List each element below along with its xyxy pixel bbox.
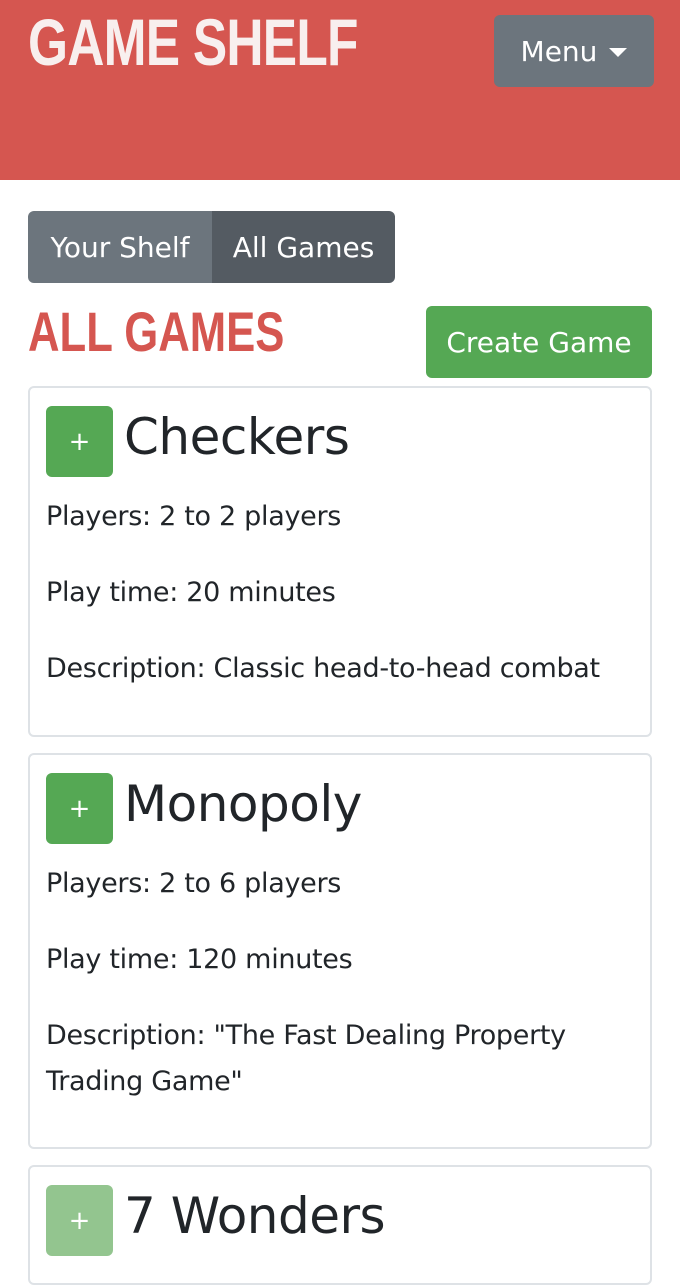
add-to-shelf-button[interactable]: + bbox=[46, 406, 113, 477]
game-title: Monopoly bbox=[124, 775, 362, 833]
menu-button[interactable]: Menu bbox=[494, 15, 654, 87]
game-play-time: Play time: 120 minutes bbox=[46, 944, 353, 975]
chevron-down-icon bbox=[609, 47, 628, 57]
shelf-tabs: Your Shelf All Games bbox=[28, 211, 395, 283]
game-card-checkers: + Checkers Players: 2 to 2 players Play … bbox=[28, 386, 652, 737]
add-to-shelf-button[interactable]: + bbox=[46, 1185, 113, 1256]
game-title: Checkers bbox=[124, 408, 350, 466]
game-card-monopoly: + Monopoly Players: 2 to 6 players Play … bbox=[28, 753, 652, 1149]
tab-all-games[interactable]: All Games bbox=[212, 211, 395, 283]
game-description: Description: "The Fast Dealing Property … bbox=[46, 1020, 566, 1097]
game-card-7-wonders: + 7 Wonders bbox=[28, 1165, 652, 1285]
game-players: Players: 2 to 6 players bbox=[46, 868, 342, 899]
game-play-time: Play time: 20 minutes bbox=[46, 577, 336, 608]
add-to-shelf-button[interactable]: + bbox=[46, 773, 113, 844]
page-title: ALL GAMES bbox=[28, 300, 285, 363]
brand-logo[interactable]: GAME SHELF bbox=[28, 4, 358, 80]
game-title: 7 Wonders bbox=[124, 1187, 386, 1245]
game-players: Players: 2 to 2 players bbox=[46, 501, 342, 532]
menu-label: Menu bbox=[520, 34, 598, 68]
game-description: Description: Classic head-to-head combat bbox=[46, 653, 600, 684]
create-game-button[interactable]: Create Game bbox=[426, 306, 652, 378]
tab-your-shelf[interactable]: Your Shelf bbox=[28, 211, 212, 283]
site-header: GAME SHELF Menu bbox=[0, 0, 680, 180]
